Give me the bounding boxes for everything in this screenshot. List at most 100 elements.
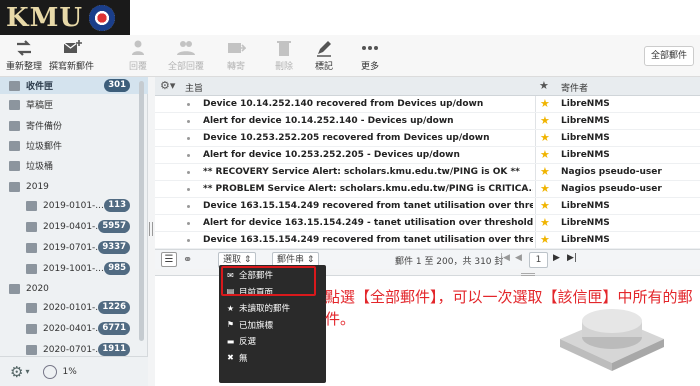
trash-icon [277, 41, 291, 56]
count-badge: 113 [104, 199, 130, 212]
message-row[interactable]: Alert for device 10.14.252.140 - Devices… [155, 113, 700, 130]
status-dot-icon [187, 171, 190, 174]
preview-resize-handle[interactable] [521, 273, 535, 276]
folder-trash[interactable]: 垃圾桶 [0, 157, 148, 174]
status-dot-icon [187, 205, 190, 208]
folder-icon [26, 344, 37, 355]
reply-all-icon [177, 41, 195, 55]
count-badge: 985 [104, 262, 130, 275]
star-icon[interactable]: ★ [540, 233, 550, 246]
settings-gear-icon[interactable]: ⚙ [10, 363, 23, 381]
message-row[interactable]: Alert for device 10.253.252.205 - Device… [155, 147, 700, 164]
pencil-icon [317, 41, 331, 57]
folder-icon [9, 181, 20, 192]
count-badge: 9337 [98, 241, 130, 254]
folder-2020-0401[interactable]: 2020-0401-... 6771 [0, 320, 148, 337]
more-icon [362, 46, 378, 50]
kmu-logo[interactable]: KMU [0, 0, 130, 35]
star-icon[interactable]: ★ [540, 216, 550, 229]
folder-2019-0401[interactable]: 2019-0401-... 5957 [0, 218, 148, 235]
refresh-button[interactable]: 重新整理 [6, 39, 42, 72]
folder-sent[interactable]: 寄件備份 [0, 117, 148, 134]
mark-button[interactable]: 標記 [314, 39, 334, 72]
university-seal-icon [89, 4, 116, 31]
folder-2019-0101[interactable]: 2019-0101-... 113 [0, 197, 148, 214]
forward-icon [228, 43, 246, 53]
select-flagged-option[interactable]: ⚑ 已加旗標 [219, 317, 326, 334]
prev-page-icon[interactable]: ◀ [515, 253, 522, 263]
more-button[interactable]: 更多 [360, 39, 380, 72]
chevron-updown-icon: ⇕ [243, 255, 252, 265]
reply-all-button[interactable]: 全部回覆 [168, 39, 204, 72]
folder-2019-1001[interactable]: 2019-1001-... 985 [0, 260, 148, 277]
folder-inbox[interactable]: 收件匣 301 [0, 77, 148, 94]
close-icon: ✖ [227, 353, 234, 363]
chevron-down-icon[interactable]: ▾ [25, 367, 29, 376]
folder-2019-0701[interactable]: 2019-0701-... 9337 [0, 239, 148, 256]
status-dot-icon [187, 154, 190, 157]
folder-junk[interactable]: 垃圾郵件 [0, 137, 148, 154]
status-dot-icon [187, 137, 190, 140]
select-none-option[interactable]: ✖ 無 [219, 350, 326, 367]
folder-icon [26, 323, 37, 334]
inbox-icon [9, 80, 20, 91]
folder-sidebar: 收件匣 301 草稿匣 寄件備份 垃圾郵件 垃圾桶 2019 2019-0101-… [0, 77, 148, 386]
folder-2020-0101[interactable]: 2020-0101-... 1226 [0, 299, 148, 316]
star-icon[interactable]: ★ [540, 199, 550, 212]
chevron-updown-icon: ⇕ [306, 255, 315, 265]
star-icon[interactable]: ★ [540, 165, 550, 178]
status-dot-icon [187, 188, 190, 191]
page-number-input[interactable]: 1 [529, 252, 548, 268]
list-options-gear-icon[interactable]: ⚙▾ [160, 79, 175, 92]
column-subject[interactable]: 主旨 [185, 81, 203, 94]
page-info: 郵件 1 至 200，共 310 封 [395, 257, 504, 267]
folder-2020[interactable]: 2020 [0, 280, 148, 297]
message-row[interactable]: Alert for device 163.15.154.249 - tanet … [155, 215, 700, 232]
star-icon[interactable]: ★ [540, 131, 550, 144]
star-icon[interactable]: ★ [540, 114, 550, 127]
star-icon[interactable]: ★ [540, 148, 550, 161]
next-page-icon[interactable]: ▶ [553, 253, 560, 263]
reply-button[interactable]: 回覆 [128, 39, 148, 72]
message-row[interactable]: Device 163.15.154.249 recovered from tan… [155, 198, 700, 215]
column-from[interactable]: 寄件者 [561, 81, 588, 94]
count-badge: 1911 [98, 343, 130, 356]
threads-view-icon[interactable]: ⚭ [183, 253, 192, 266]
compose-button[interactable]: 撰寫新郵件 [49, 39, 94, 72]
star-icon: ★ [226, 303, 235, 313]
tutorial-annotation: 點選【全部郵件】，可以一次選取【該信匣】中所有的郵件。 [325, 288, 693, 328]
forward-button[interactable]: 轉寄 [226, 39, 246, 72]
sidebar-footer: ⚙ ▾ 1% [0, 356, 148, 386]
delete-button[interactable]: 刪除 [274, 39, 294, 72]
folder-icon [26, 263, 37, 274]
message-row[interactable]: Device 10.253.252.205 recovered from Dev… [155, 130, 700, 147]
refresh-icon [17, 40, 31, 56]
last-page-icon[interactable]: ▶| [567, 253, 577, 263]
mail-toolbar: 重新整理 撰寫新郵件 回覆 全部回覆 轉寄 刪除 標記 更多 全部郵件 [0, 35, 700, 77]
folder-icon [26, 302, 37, 313]
select-unread-option[interactable]: ★ 未讀取的郵件 [219, 300, 326, 317]
quota-text: 1% [62, 366, 77, 377]
select-invert-option[interactable]: ▬ 反選 [219, 333, 326, 350]
message-row[interactable]: ** PROBLEM Service Alert: scholars.kmu.e… [155, 181, 700, 198]
count-badge: 6771 [98, 322, 130, 335]
all-mail-filter-button[interactable]: 全部郵件 [643, 46, 694, 66]
star-icon[interactable]: ★ [540, 182, 550, 195]
quota-pie-icon [43, 364, 58, 379]
pencil-icon [9, 99, 20, 110]
message-row[interactable]: Device 163.15.154.249 recovered from tan… [155, 232, 700, 249]
folder-2019[interactable]: 2019 [0, 178, 148, 195]
junk-icon [9, 140, 20, 151]
list-view-icon[interactable]: ☰ [161, 252, 177, 267]
list-header: ⚙▾ 主旨 ★ 寄件者 [155, 77, 700, 96]
logo-text: KMU [6, 2, 84, 33]
sidebar-scrollbar[interactable] [139, 81, 144, 341]
pane-splitter-handle[interactable] [149, 222, 153, 236]
message-row[interactable]: Device 10.14.252.140 recovered from Devi… [155, 96, 700, 113]
first-page-icon[interactable]: |◀ [500, 253, 510, 263]
count-badge: 1226 [98, 301, 130, 314]
star-column-icon: ★ [539, 79, 549, 92]
folder-drafts[interactable]: 草稿匣 [0, 96, 148, 113]
star-icon[interactable]: ★ [540, 97, 550, 110]
message-row[interactable]: ** RECOVERY Service Alert: scholars.kmu.… [155, 164, 700, 181]
